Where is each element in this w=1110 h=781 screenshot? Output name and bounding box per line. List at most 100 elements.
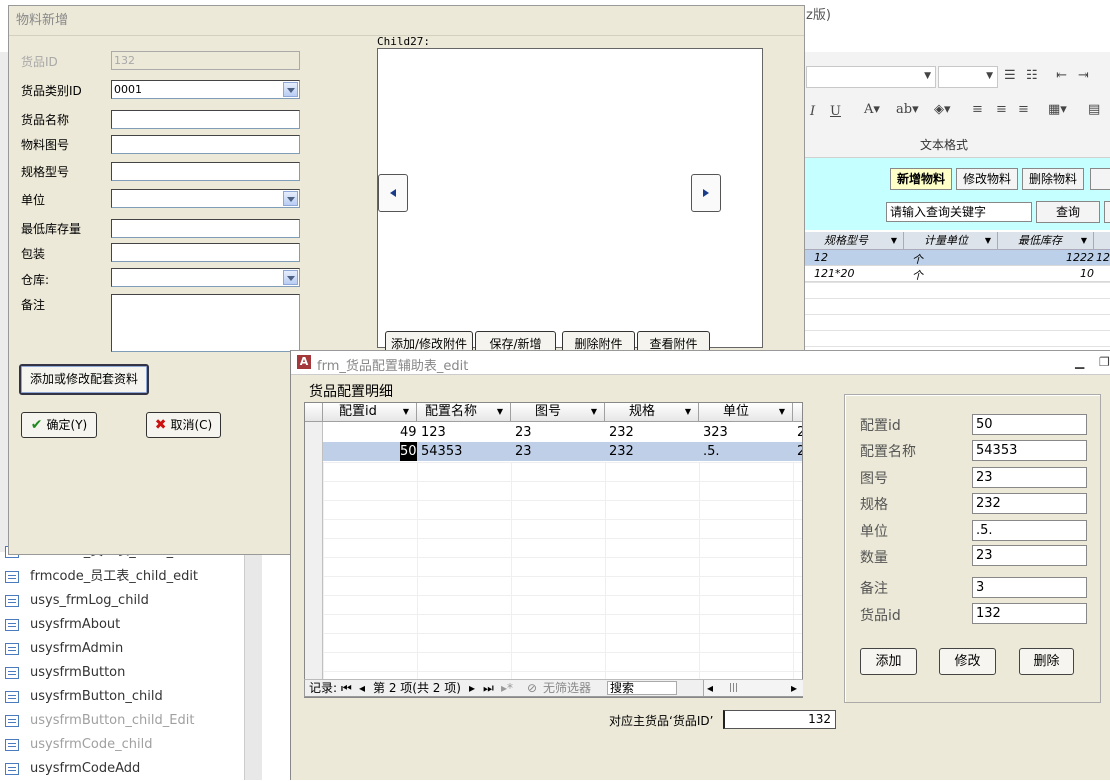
bullet-list-icon[interactable]: ☰ xyxy=(1004,68,1016,83)
config-dialog-titlebar: A frm_货品配置辅助表_edit ▁ ❐ xyxy=(291,351,1110,375)
more-query-button[interactable] xyxy=(1104,201,1110,223)
last-record-icon[interactable]: ⏭ xyxy=(483,680,494,696)
checkmark-icon: ✔ xyxy=(30,417,43,433)
detail-unit-field[interactable]: .5. xyxy=(972,520,1087,541)
nav-item-form[interactable]: usysfrmCode_child xyxy=(0,733,240,757)
detail-quantity-field[interactable]: 23 xyxy=(972,545,1087,566)
remark-textarea[interactable] xyxy=(111,294,300,352)
warehouse-select[interactable] xyxy=(111,268,300,287)
scroll-thumb[interactable]: ||| xyxy=(729,680,738,696)
background-grid-row[interactable]: 12 个 1222 12 xyxy=(804,250,1110,266)
nav-item-form[interactable]: usys_frmLog_child xyxy=(0,589,240,613)
grid-col-unit[interactable]: 计量单位 ▼ xyxy=(904,232,998,250)
nav-item-form[interactable]: usysfrmAbout xyxy=(0,613,240,637)
table-row[interactable]: 49 123 23 232 323 2 xyxy=(305,423,802,442)
align-right-icon[interactable]: ≡ xyxy=(1018,102,1029,117)
minimize-icon[interactable]: ▁ xyxy=(1075,355,1084,369)
outdent-icon[interactable]: ⇤ xyxy=(1056,68,1067,83)
col-header-config-id[interactable]: 配置id ▼ xyxy=(323,403,417,422)
goods-name-field[interactable] xyxy=(111,110,300,129)
gridlines-icon[interactable]: ▦▾ xyxy=(1048,102,1067,117)
package-field[interactable] xyxy=(111,243,300,262)
new-record-icon[interactable]: ▸* xyxy=(501,680,513,696)
filter-icon[interactable]: ⊘ xyxy=(527,680,537,696)
nav-item-form[interactable]: frmcode_员工表_child_edit xyxy=(0,565,240,589)
record-selector-column[interactable] xyxy=(305,422,323,697)
chevron-down-icon: ▼ xyxy=(684,407,691,416)
detail-drawing-field[interactable]: 23 xyxy=(972,467,1087,488)
grid-col-spec[interactable]: 规格型号 ▼ xyxy=(804,232,904,250)
underline-icon[interactable]: U xyxy=(830,104,841,119)
master-goods-id-field[interactable]: 132 xyxy=(723,710,836,729)
next-record-icon[interactable]: ▸ xyxy=(469,680,475,696)
detail-remark-field[interactable]: 3 xyxy=(972,577,1087,598)
restore-icon[interactable]: ❐ xyxy=(1099,355,1110,369)
add-config-data-button[interactable]: 添加或修改配套资料 xyxy=(19,364,149,395)
min-stock-field[interactable] xyxy=(111,219,300,238)
highlight-icon[interactable]: ab▾ xyxy=(896,102,919,117)
indent-icon[interactable]: ⇥ xyxy=(1078,68,1089,83)
col-header-more[interactable] xyxy=(793,403,802,422)
drawing-no-field[interactable] xyxy=(111,135,300,154)
nav-item-form[interactable]: usysfrmButton_child xyxy=(0,685,240,709)
col-header-spec[interactable]: 规格 ▼ xyxy=(605,403,699,422)
delete-material-button[interactable]: 删除物料 xyxy=(1022,168,1084,190)
spec-field[interactable] xyxy=(111,162,300,181)
fill-color-icon[interactable]: ◈▾ xyxy=(934,102,951,117)
table-row-selected[interactable]: 50 54353 23 232 .5. 2 xyxy=(305,442,802,461)
next-attachment-button[interactable] xyxy=(691,174,721,212)
query-button[interactable]: 查询 xyxy=(1036,201,1100,223)
detail-goods-id-field[interactable]: 132 xyxy=(972,603,1087,624)
form-icon xyxy=(5,667,19,679)
align-left-icon[interactable]: ≡ xyxy=(972,102,983,117)
numbered-list-icon[interactable]: ☷ xyxy=(1026,68,1038,83)
category-id-select[interactable]: 0001 xyxy=(111,80,300,99)
add-config-button[interactable]: 添加 xyxy=(860,648,917,675)
chevron-down-icon[interactable] xyxy=(283,82,298,97)
font-color-icon[interactable]: A▾ xyxy=(864,102,880,117)
nav-item-form[interactable]: usysfrmButton xyxy=(0,661,240,685)
scroll-right-icon[interactable]: ▸ xyxy=(791,680,797,696)
horizontal-scrollbar[interactable] xyxy=(703,680,803,696)
prev-attachment-button[interactable] xyxy=(378,174,408,212)
unit-label: 单位 xyxy=(21,193,46,207)
unit-select[interactable] xyxy=(111,189,300,208)
new-material-button[interactable]: 新增物料 xyxy=(890,168,952,190)
keyword-search-input[interactable]: 请输入查询关键字 xyxy=(886,202,1032,222)
chevron-down-icon[interactable] xyxy=(283,270,298,285)
detail-config-id-field[interactable]: 50 xyxy=(972,414,1087,435)
italic-icon[interactable]: I xyxy=(810,104,815,119)
detail-unit-label: 单位 xyxy=(860,524,888,540)
align-center-icon[interactable]: ≡ xyxy=(996,102,1007,117)
col-header-config-name[interactable]: 配置名称 ▼ xyxy=(417,403,511,422)
nav-item-form[interactable]: usysfrmAdmin xyxy=(0,637,240,661)
record-search-input[interactable]: 搜索 xyxy=(607,681,677,695)
goods-id-field[interactable]: 132 xyxy=(111,51,300,70)
nav-item-form[interactable]: usysfrmButton_child_Edit xyxy=(0,709,240,733)
select-all-corner[interactable] xyxy=(305,403,323,422)
font-name-combo[interactable]: ▼ xyxy=(806,66,936,88)
ok-button[interactable]: ✔ 确定(Y) xyxy=(21,412,97,438)
navigation-pane-scrollbar[interactable] xyxy=(244,552,262,780)
first-record-icon[interactable]: ⏮ xyxy=(341,680,352,696)
edit-config-button[interactable]: 修改 xyxy=(939,648,996,675)
grid-col-min-stock[interactable]: 最低库存 ▼ xyxy=(998,232,1094,250)
scroll-left-icon[interactable]: ◂ xyxy=(707,680,713,696)
record-position[interactable]: 第 2 项(共 2 项) xyxy=(373,680,461,696)
cancel-button[interactable]: ✖ 取消(C) xyxy=(146,412,221,438)
nav-item-form[interactable]: usysfrmCodeAdd xyxy=(0,757,240,781)
no-filter-label[interactable]: 无筛选器 xyxy=(543,680,591,696)
chevron-down-icon[interactable] xyxy=(283,191,298,206)
more-button[interactable] xyxy=(1090,168,1110,190)
background-grid-row[interactable]: 121*20 个 10 xyxy=(804,266,1110,282)
prev-record-icon[interactable]: ◂ xyxy=(359,680,365,696)
attachment-image-box[interactable] xyxy=(377,48,763,348)
font-size-combo[interactable]: ▼ xyxy=(938,66,998,88)
col-header-drawing[interactable]: 图号 ▼ xyxy=(511,403,605,422)
delete-config-button[interactable]: 删除 xyxy=(1019,648,1074,675)
detail-config-name-field[interactable]: 54353 xyxy=(972,440,1087,461)
row-color-icon[interactable]: ▤ xyxy=(1088,102,1100,117)
detail-spec-field[interactable]: 232 xyxy=(972,493,1087,514)
col-header-unit[interactable]: 单位 ▼ xyxy=(699,403,793,422)
edit-material-button[interactable]: 修改物料 xyxy=(956,168,1018,190)
